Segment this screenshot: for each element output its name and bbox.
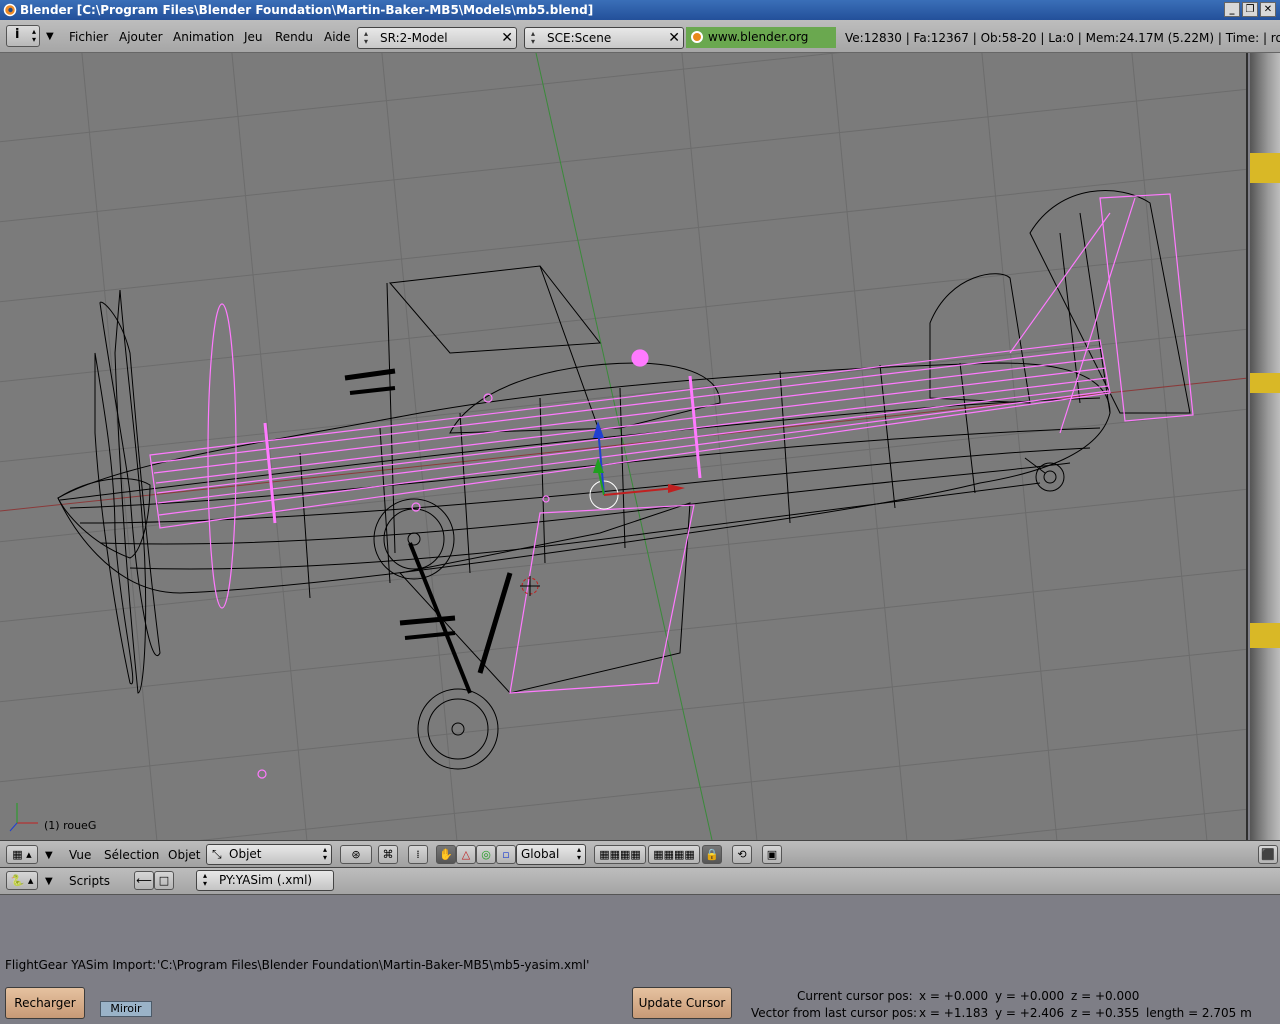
window-title-bar: Blender [C:\Program Files\Blender Founda… <box>0 0 1280 20</box>
view-axis-gizmo <box>9 803 38 832</box>
menu-selection[interactable]: Sélection <box>104 848 159 862</box>
import-label: FlightGear YASim Import: <box>5 958 157 972</box>
back-arrow-icon[interactable]: ⟵ <box>134 871 154 890</box>
vector-label: Vector from last cursor pos: <box>751 1006 917 1020</box>
preview-stripe <box>1250 153 1280 183</box>
menu-jeu[interactable]: Jeu <box>244 30 263 44</box>
screen-name: SR:2-Model <box>380 31 448 45</box>
vector-length: length = 2.705 m <box>1146 1006 1252 1020</box>
current-cursor-label: Current cursor pos: <box>797 989 913 1003</box>
viewport-corner-icon[interactable]: ⬛ <box>1258 845 1278 864</box>
vector-y: y = +2.406 <box>995 1006 1065 1020</box>
update-cursor-button[interactable]: Update Cursor <box>632 987 732 1019</box>
orientation-select[interactable]: Global ▴ ▾ <box>516 844 586 865</box>
window-type-menu[interactable]: i ▴ ▾ <box>6 25 40 47</box>
updown-arrows-icon: ▴ ▾ <box>203 871 208 888</box>
orientation-value: Global <box>521 847 560 861</box>
preview-stripe <box>1250 623 1280 648</box>
3d-cursor[interactable] <box>520 576 540 596</box>
side-preview-strip <box>1250 53 1280 840</box>
preview-stripe <box>1250 373 1280 393</box>
window-title: Blender [C:\Program Files\Blender Founda… <box>20 3 594 17</box>
scripts-panel: FlightGear YASim Import: 'C:\Program Fil… <box>0 895 1280 1024</box>
viewport-canvas[interactable] <box>0 53 1248 840</box>
draw-type-icon[interactable]: ⊛ <box>340 845 372 864</box>
scripts-header: 🐍 ▴ ▼ Scripts ⟵ □ ▴ ▾ PY:YASim (.xml) <box>0 868 1280 895</box>
import-path: 'C:\Program Files\Blender Foundation\Mar… <box>157 958 590 972</box>
scene-selector[interactable]: ▴ ▾ SCE:Scene ✕ <box>524 27 684 49</box>
delete-scene-icon[interactable]: ✕ <box>668 30 680 46</box>
script-select[interactable]: ▴ ▾ PY:YASim (.xml) <box>196 870 334 891</box>
maximize-button[interactable]: ❐ <box>1242 2 1258 17</box>
lock-layers-icon[interactable]: 🔒 <box>702 845 722 864</box>
current-cursor-z: z = +0.000 <box>1071 989 1140 1003</box>
object-mode-icon: ⤡ <box>212 847 222 861</box>
blender-logo-icon <box>691 31 703 43</box>
menu-ajouter[interactable]: Ajouter <box>119 30 163 44</box>
script-view-icon[interactable]: □ <box>154 871 174 890</box>
collapse-triangle-icon[interactable]: ▼ <box>45 850 53 861</box>
collapse-triangle-icon[interactable]: ▼ <box>46 31 54 42</box>
scale-manipulator-icon[interactable]: ▫ <box>496 845 516 864</box>
script-select-value: PY:YASim (.xml) <box>219 873 313 887</box>
menu-objet[interactable]: Objet <box>168 848 200 862</box>
reload-button[interactable]: Recharger <box>5 987 85 1019</box>
blender-logo-icon <box>3 3 17 17</box>
vector-x: x = +1.183 <box>919 1006 989 1020</box>
updown-arrows-icon: ▴ ▾ <box>322 845 327 862</box>
delete-screen-icon[interactable]: ✕ <box>501 30 513 46</box>
3d-view-header: ▦ ▴ ▼ Vue Sélection Objet ⤡ Objet ▴ ▾ ⊛ ⌘… <box>0 840 1280 868</box>
rotate-manipulator-icon[interactable]: ◎ <box>476 845 496 864</box>
translate-manipulator-icon[interactable]: △ <box>456 845 476 864</box>
updown-arrows-icon: ▴ ▾ <box>364 29 369 46</box>
updown-arrows-icon: ▴ ▾ <box>31 27 36 44</box>
mode-select[interactable]: ⤡ Objet ▴ ▾ <box>206 844 332 865</box>
vector-z: z = +0.355 <box>1071 1006 1140 1020</box>
active-object-info: (1) roueG <box>44 819 97 832</box>
render-preview-icon[interactable]: ▣ <box>762 845 782 864</box>
website-link[interactable]: www.blender.org 249.2 <box>686 27 836 65</box>
screen-selector[interactable]: ▴ ▾ SR:2-Model ✕ <box>357 27 517 49</box>
current-cursor-x: x = +0.000 <box>919 989 989 1003</box>
updown-arrows-icon: ▴ ▾ <box>576 845 581 862</box>
menu-aide[interactable]: Aide <box>324 30 351 44</box>
mode-select-value: Objet <box>229 847 262 861</box>
layers-group-1-icon[interactable]: ▦▦▦▦ <box>594 845 646 864</box>
scene-stats: Ve:12830 | Fa:12367 | Ob:58-20 | La:0 | … <box>845 31 1280 45</box>
snap-icon[interactable]: ⟲ <box>732 845 752 864</box>
pivot-point-icon[interactable]: ⌘ <box>378 845 398 864</box>
layers-group-2-icon[interactable]: ▦▦▦▦ <box>648 845 700 864</box>
scripts-label: Scripts <box>69 874 111 888</box>
collapse-triangle-icon[interactable]: ▼ <box>45 876 53 887</box>
minimize-button[interactable]: _ <box>1224 2 1240 17</box>
editor-type-grid-icon[interactable]: ▦ ▴ <box>6 845 38 864</box>
menu-vue[interactable]: Vue <box>69 848 91 862</box>
info-icon: i <box>15 27 20 42</box>
hand-manipulator-icon[interactable]: ✋ <box>436 845 456 864</box>
current-cursor-y: y = +0.000 <box>995 989 1065 1003</box>
menu-animation[interactable]: Animation <box>173 30 234 44</box>
menu-rendu[interactable]: Rendu <box>275 30 313 44</box>
scripts-window-icon[interactable]: 🐍 ▴ <box>6 871 38 890</box>
menu-fichier[interactable]: Fichier <box>69 30 108 44</box>
mirror-toggle[interactable]: Miroir <box>100 1001 152 1017</box>
updown-arrows-icon: ▴ ▾ <box>531 29 536 46</box>
scene-name: SCE:Scene <box>547 31 612 45</box>
3d-viewport[interactable]: (1) roueG <box>0 53 1248 840</box>
close-button[interactable]: ✕ <box>1260 2 1276 17</box>
layer-lock-icon[interactable]: ⁞ <box>408 845 428 864</box>
